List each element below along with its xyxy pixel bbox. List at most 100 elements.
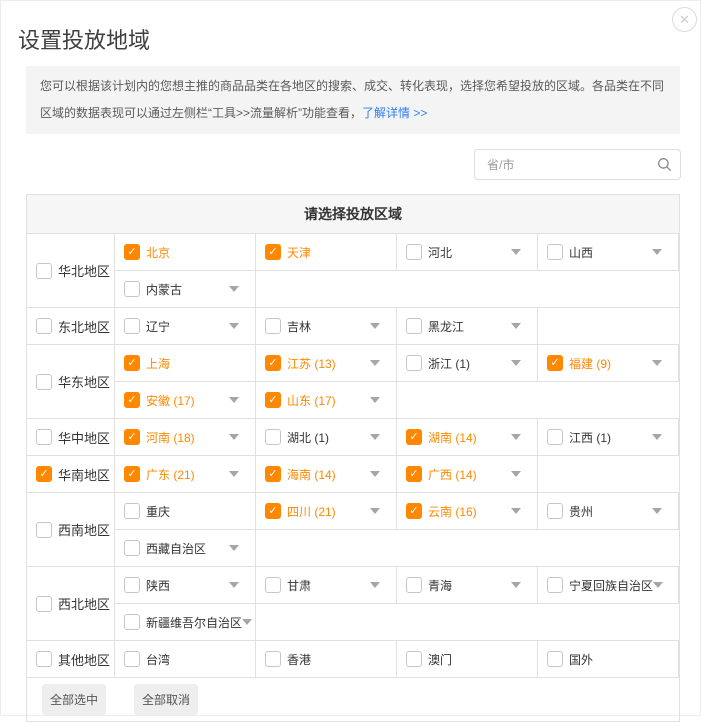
region-cell[interactable]: 华中地区 [27, 419, 115, 455]
chevron-down-icon[interactable] [229, 323, 239, 329]
search-icon[interactable] [657, 157, 672, 172]
region-cell[interactable]: 华北地区 [27, 234, 115, 307]
region-checkbox[interactable] [36, 429, 52, 445]
province-option[interactable]: ✓山东 (17) [256, 382, 397, 418]
province-checkbox[interactable] [547, 503, 563, 519]
region-checkbox[interactable] [36, 651, 52, 667]
chevron-down-icon[interactable] [229, 434, 239, 440]
chevron-down-icon[interactable] [511, 360, 521, 366]
province-option[interactable]: ✓湖南 (14) [397, 419, 538, 455]
province-checkbox[interactable] [547, 244, 563, 260]
close-button[interactable]: ✕ [672, 7, 697, 32]
province-option[interactable]: 贵州 [538, 493, 679, 529]
province-option[interactable]: 国外 [538, 641, 679, 677]
province-option[interactable]: 辽宁 [115, 308, 256, 344]
chevron-down-icon[interactable] [652, 434, 662, 440]
province-option[interactable]: 甘肃 [256, 567, 397, 603]
region-checkbox[interactable] [36, 596, 52, 612]
province-checkbox[interactable] [547, 429, 563, 445]
province-option[interactable]: 新疆维吾尔自治区 [115, 604, 256, 640]
province-checkbox[interactable] [265, 429, 281, 445]
province-checkbox[interactable]: ✓ [124, 244, 140, 260]
region-cell[interactable]: 华东地区 [27, 345, 115, 418]
chevron-down-icon[interactable] [370, 397, 380, 403]
province-checkbox[interactable] [124, 651, 140, 667]
region-checkbox[interactable] [36, 263, 52, 279]
chevron-down-icon[interactable] [652, 508, 662, 514]
province-option[interactable]: ✓北京 [115, 234, 256, 270]
chevron-down-icon[interactable] [511, 434, 521, 440]
chevron-down-icon[interactable] [511, 249, 521, 255]
province-option[interactable]: 河北 [397, 234, 538, 270]
province-option[interactable]: 湖北 (1) [256, 419, 397, 455]
province-checkbox[interactable] [406, 244, 422, 260]
province-checkbox[interactable]: ✓ [265, 392, 281, 408]
region-checkbox[interactable] [36, 318, 52, 334]
chevron-down-icon[interactable] [370, 360, 380, 366]
chevron-down-icon[interactable] [511, 508, 521, 514]
cancel-all-button[interactable]: 全部取消 [134, 684, 198, 715]
province-option[interactable]: 吉林 [256, 308, 397, 344]
chevron-down-icon[interactable] [229, 582, 239, 588]
province-checkbox[interactable] [124, 318, 140, 334]
province-option[interactable]: 浙江 (1) [397, 345, 538, 381]
chevron-down-icon[interactable] [242, 619, 252, 625]
province-option[interactable]: 宁夏回族自治区 [538, 567, 679, 603]
search-input[interactable] [474, 149, 681, 180]
province-checkbox[interactable]: ✓ [265, 244, 281, 260]
province-checkbox[interactable]: ✓ [124, 429, 140, 445]
province-option[interactable]: ✓广东 (21) [115, 456, 256, 492]
province-checkbox[interactable] [406, 355, 422, 371]
province-checkbox[interactable]: ✓ [124, 392, 140, 408]
region-cell[interactable]: 其他地区 [27, 641, 115, 677]
chevron-down-icon[interactable] [229, 397, 239, 403]
province-checkbox[interactable]: ✓ [265, 503, 281, 519]
province-option[interactable]: 台湾 [115, 641, 256, 677]
province-option[interactable]: 澳门 [397, 641, 538, 677]
province-option[interactable]: 黑龙江 [397, 308, 538, 344]
province-checkbox[interactable] [547, 651, 563, 667]
province-option[interactable]: ✓江苏 (13) [256, 345, 397, 381]
chevron-down-icon[interactable] [653, 582, 663, 588]
region-cell[interactable]: ✓华南地区 [27, 456, 115, 492]
region-cell[interactable]: 东北地区 [27, 308, 115, 344]
province-option[interactable]: ✓云南 (16) [397, 493, 538, 529]
region-cell[interactable]: 西南地区 [27, 493, 115, 566]
chevron-down-icon[interactable] [370, 508, 380, 514]
province-checkbox[interactable] [406, 651, 422, 667]
chevron-down-icon[interactable] [652, 249, 662, 255]
province-checkbox[interactable] [547, 577, 563, 593]
province-option[interactable]: ✓河南 (18) [115, 419, 256, 455]
province-checkbox[interactable]: ✓ [265, 466, 281, 482]
province-option[interactable]: ✓安徽 (17) [115, 382, 256, 418]
chevron-down-icon[interactable] [511, 471, 521, 477]
chevron-down-icon[interactable] [511, 582, 521, 588]
province-option[interactable]: ✓海南 (14) [256, 456, 397, 492]
chevron-down-icon[interactable] [370, 582, 380, 588]
province-option[interactable]: 香港 [256, 641, 397, 677]
province-checkbox[interactable]: ✓ [124, 466, 140, 482]
region-checkbox[interactable]: ✓ [36, 466, 52, 482]
chevron-down-icon[interactable] [511, 323, 521, 329]
province-checkbox[interactable] [265, 651, 281, 667]
province-checkbox[interactable] [124, 281, 140, 297]
province-option[interactable]: 青海 [397, 567, 538, 603]
province-option[interactable]: 陕西 [115, 567, 256, 603]
province-checkbox[interactable] [124, 614, 140, 630]
province-checkbox[interactable]: ✓ [406, 466, 422, 482]
province-checkbox[interactable] [406, 318, 422, 334]
province-checkbox[interactable]: ✓ [547, 355, 563, 371]
province-option[interactable]: 内蒙古 [115, 271, 256, 307]
province-checkbox[interactable] [124, 577, 140, 593]
region-checkbox[interactable] [36, 522, 52, 538]
province-option[interactable]: ✓广西 (14) [397, 456, 538, 492]
province-checkbox[interactable]: ✓ [406, 429, 422, 445]
province-option[interactable]: 西藏自治区 [115, 530, 256, 566]
province-checkbox[interactable] [124, 503, 140, 519]
chevron-down-icon[interactable] [370, 471, 380, 477]
province-checkbox[interactable]: ✓ [265, 355, 281, 371]
chevron-down-icon[interactable] [652, 360, 662, 366]
chevron-down-icon[interactable] [229, 286, 239, 292]
chevron-down-icon[interactable] [229, 545, 239, 551]
region-cell[interactable]: 西北地区 [27, 567, 115, 640]
